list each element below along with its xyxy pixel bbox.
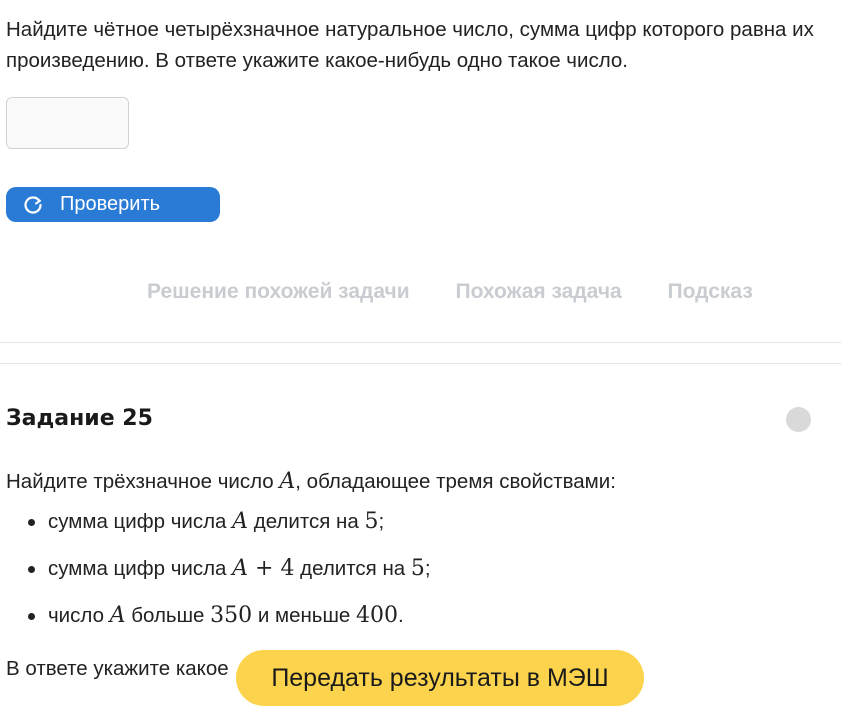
divider (0, 363, 841, 364)
send-results-button[interactable]: Передать результаты в МЭШ (236, 650, 644, 706)
task-25-title: Задание 25 (6, 406, 153, 431)
check-button-label: Проверить (60, 193, 161, 215)
refresh-icon (22, 194, 44, 216)
number: 5 (410, 556, 425, 581)
var-a: A (279, 469, 296, 494)
answer-hint: В ответе укажите какое (6, 657, 229, 680)
item-text: и меньше (252, 604, 357, 627)
list-item: сумма цифр числа A делится на 5; (6, 498, 431, 545)
properties-list: сумма цифр числа A делится на 5; сумма ц… (6, 498, 431, 639)
item-text: . (398, 604, 404, 627)
item-text: делится на (294, 557, 411, 580)
item-text: ; (424, 557, 431, 580)
var-a: A (232, 556, 249, 581)
item-text: ; (378, 510, 385, 533)
item-text: число (48, 604, 110, 627)
item-text: сумма цифр числа (48, 510, 233, 533)
number: 350 (210, 603, 253, 628)
tab-similar-task[interactable]: Похожая задача (455, 280, 621, 303)
intro-text-end: , обладающее тремя свойствами: (295, 470, 616, 493)
expression: + 4 (248, 556, 295, 581)
item-text: сумма цифр числа (48, 557, 233, 580)
check-button[interactable]: Проверить (6, 187, 220, 222)
tab-hint[interactable]: Подсказ (668, 280, 753, 303)
item-text: больше (125, 604, 211, 627)
task-25-intro: Найдите трёхзначное число A, обладающее … (6, 469, 616, 494)
var-a: A (109, 603, 126, 628)
list-item: число A больше 350 и меньше 400. (6, 592, 431, 639)
intro-text: Найдите трёхзначное число (6, 470, 280, 493)
task-status-indicator (786, 407, 811, 432)
tab-similar-solution[interactable]: Решение похожей задачи (147, 280, 410, 303)
answer-input[interactable] (6, 97, 129, 149)
send-results-label: Передать результаты в МЭШ (271, 663, 609, 692)
task-24-text: Найдите чётное четырёхзначное натурально… (6, 18, 814, 72)
number: 5 (364, 509, 379, 534)
number: 400 (356, 603, 399, 628)
list-item: сумма цифр числа A + 4 делится на 5; (6, 545, 431, 592)
var-a: A (232, 509, 249, 534)
solution-tabs: Решение похожей задачи Похожая задача По… (147, 280, 793, 304)
item-text: делится на (248, 510, 365, 533)
divider (0, 342, 841, 343)
